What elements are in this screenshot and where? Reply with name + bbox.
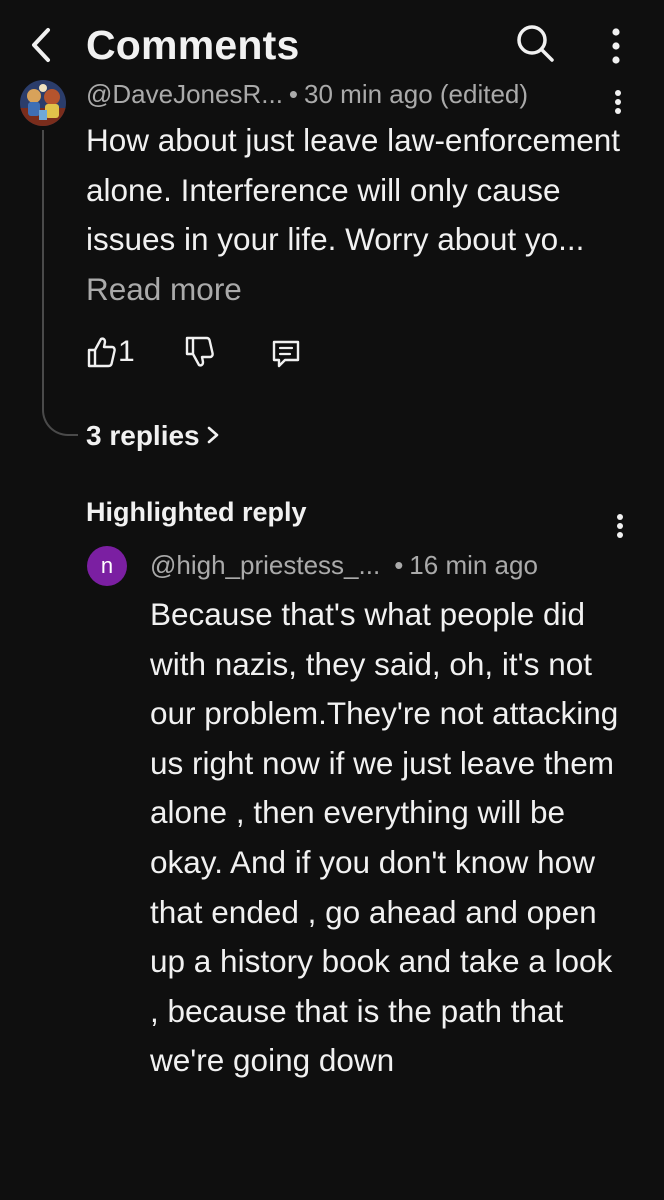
read-more-link[interactable]: Read more (86, 271, 242, 307)
thumbs-up-icon[interactable] (86, 335, 116, 369)
search-icon[interactable] (514, 22, 556, 64)
highlighted-reply-label: Highlighted reply (86, 497, 307, 527)
thread-line (42, 130, 78, 436)
reply-avatar[interactable]: n (87, 546, 127, 586)
reply-icon[interactable] (270, 337, 302, 369)
more-vert-icon[interactable] (600, 26, 632, 66)
comment-menu-icon[interactable] (606, 84, 630, 120)
reply-meta: @high_priestess_... • 16 min ago (150, 548, 538, 582)
reply-text: Because that's what people did with nazi… (150, 596, 619, 1079)
comment-text-content: How about just leave law-enforcement alo… (86, 122, 621, 257)
replies-link-label: 3 replies (86, 420, 200, 451)
reply-time: 16 min ago (409, 550, 538, 580)
avatar-image (20, 80, 66, 126)
chevron-right-icon (207, 426, 218, 444)
page-title: Comments (86, 22, 300, 68)
comment-meta: @DaveJonesR... • 30 min ago (edited) (86, 78, 528, 110)
reply-menu-icon[interactable] (608, 508, 632, 544)
comment-time: 30 min ago (edited) (304, 79, 529, 109)
comment-text: How about just leave law-enforcement alo… (86, 116, 626, 314)
meta-separator: • (394, 550, 404, 580)
back-icon[interactable] (22, 22, 62, 68)
comment-author[interactable]: @DaveJonesR... (86, 79, 283, 109)
reply-author[interactable]: @high_priestess_... (150, 550, 380, 580)
like-count: 1 (118, 335, 135, 368)
view-replies-button[interactable]: 3 replies (86, 418, 220, 454)
meta-separator: • (288, 79, 299, 109)
thumbs-down-icon[interactable] (184, 335, 214, 369)
avatar[interactable] (20, 80, 66, 126)
